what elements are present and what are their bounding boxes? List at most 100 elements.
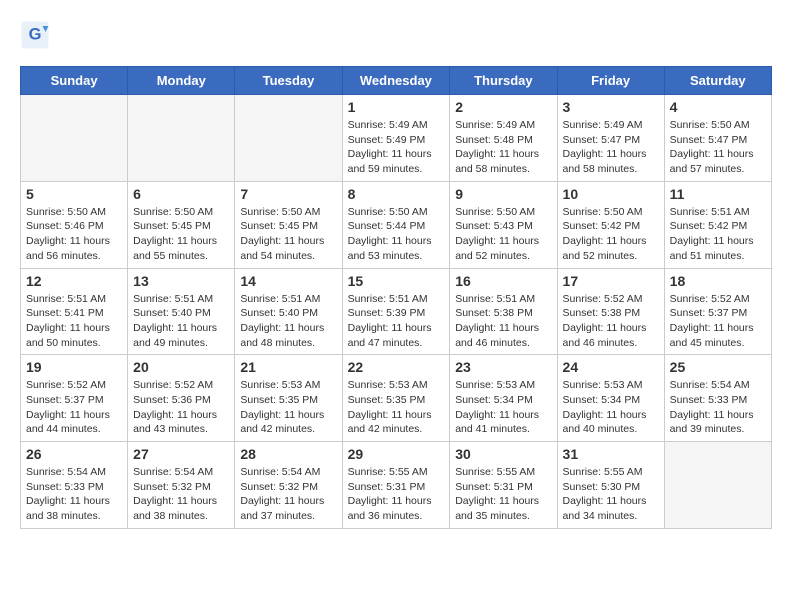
day-info: Sunrise: 5:51 AM Sunset: 5:40 PM Dayligh…	[133, 292, 229, 351]
day-info: Sunrise: 5:54 AM Sunset: 5:32 PM Dayligh…	[133, 465, 229, 524]
day-info: Sunrise: 5:50 AM Sunset: 5:42 PM Dayligh…	[563, 205, 659, 264]
weekday-header: Thursday	[450, 67, 557, 95]
day-info: Sunrise: 5:54 AM Sunset: 5:33 PM Dayligh…	[26, 465, 122, 524]
day-number: 1	[348, 99, 445, 115]
day-info: Sunrise: 5:53 AM Sunset: 5:35 PM Dayligh…	[240, 378, 336, 437]
calendar-cell: 8 Sunrise: 5:50 AM Sunset: 5:44 PM Daylig…	[342, 181, 450, 268]
day-number: 17	[563, 273, 659, 289]
day-info: Sunrise: 5:51 AM Sunset: 5:38 PM Dayligh…	[455, 292, 551, 351]
day-number: 16	[455, 273, 551, 289]
day-info: Sunrise: 5:51 AM Sunset: 5:41 PM Dayligh…	[26, 292, 122, 351]
calendar-cell: 9 Sunrise: 5:50 AM Sunset: 5:43 PM Daylig…	[450, 181, 557, 268]
day-number: 13	[133, 273, 229, 289]
calendar-cell: 14 Sunrise: 5:51 AM Sunset: 5:40 PM Dayli…	[235, 268, 342, 355]
calendar-cell: 20 Sunrise: 5:52 AM Sunset: 5:36 PM Dayli…	[128, 355, 235, 442]
calendar-cell: 11 Sunrise: 5:51 AM Sunset: 5:42 PM Dayli…	[664, 181, 771, 268]
calendar-cell: 2 Sunrise: 5:49 AM Sunset: 5:48 PM Daylig…	[450, 95, 557, 182]
day-info: Sunrise: 5:50 AM Sunset: 5:43 PM Dayligh…	[455, 205, 551, 264]
calendar-cell: 30 Sunrise: 5:55 AM Sunset: 5:31 PM Dayli…	[450, 442, 557, 529]
calendar-cell	[664, 442, 771, 529]
calendar-week-row: 12 Sunrise: 5:51 AM Sunset: 5:41 PM Dayli…	[21, 268, 772, 355]
day-info: Sunrise: 5:51 AM Sunset: 5:40 PM Dayligh…	[240, 292, 336, 351]
calendar-cell: 10 Sunrise: 5:50 AM Sunset: 5:42 PM Dayli…	[557, 181, 664, 268]
day-number: 3	[563, 99, 659, 115]
calendar-cell: 24 Sunrise: 5:53 AM Sunset: 5:34 PM Dayli…	[557, 355, 664, 442]
weekday-header: Wednesday	[342, 67, 450, 95]
calendar-cell: 27 Sunrise: 5:54 AM Sunset: 5:32 PM Dayli…	[128, 442, 235, 529]
day-info: Sunrise: 5:55 AM Sunset: 5:31 PM Dayligh…	[348, 465, 445, 524]
day-info: Sunrise: 5:52 AM Sunset: 5:37 PM Dayligh…	[670, 292, 766, 351]
calendar-cell: 21 Sunrise: 5:53 AM Sunset: 5:35 PM Dayli…	[235, 355, 342, 442]
calendar-cell: 17 Sunrise: 5:52 AM Sunset: 5:38 PM Dayli…	[557, 268, 664, 355]
calendar-cell: 12 Sunrise: 5:51 AM Sunset: 5:41 PM Dayli…	[21, 268, 128, 355]
day-info: Sunrise: 5:54 AM Sunset: 5:33 PM Dayligh…	[670, 378, 766, 437]
day-number: 27	[133, 446, 229, 462]
day-info: Sunrise: 5:49 AM Sunset: 5:49 PM Dayligh…	[348, 118, 445, 177]
weekday-header: Sunday	[21, 67, 128, 95]
day-number: 30	[455, 446, 551, 462]
day-info: Sunrise: 5:52 AM Sunset: 5:38 PM Dayligh…	[563, 292, 659, 351]
day-number: 25	[670, 359, 766, 375]
day-number: 18	[670, 273, 766, 289]
logo: G	[20, 20, 54, 50]
day-info: Sunrise: 5:55 AM Sunset: 5:31 PM Dayligh…	[455, 465, 551, 524]
day-info: Sunrise: 5:51 AM Sunset: 5:39 PM Dayligh…	[348, 292, 445, 351]
day-number: 19	[26, 359, 122, 375]
calendar-cell: 3Sunrise: 5:49 AM Sunset: 5:47 PM Daylig…	[557, 95, 664, 182]
day-number: 15	[348, 273, 445, 289]
day-number: 2	[455, 99, 551, 115]
calendar-week-row: 19Sunrise: 5:52 AM Sunset: 5:37 PM Dayli…	[21, 355, 772, 442]
day-number: 11	[670, 186, 766, 202]
calendar-header-row: SundayMondayTuesdayWednesdayThursdayFrid…	[21, 67, 772, 95]
day-number: 9	[455, 186, 551, 202]
calendar-week-row: 26 Sunrise: 5:54 AM Sunset: 5:33 PM Dayli…	[21, 442, 772, 529]
day-number: 31	[563, 446, 659, 462]
calendar-cell: 22 Sunrise: 5:53 AM Sunset: 5:35 PM Dayli…	[342, 355, 450, 442]
calendar-cell: 1 Sunrise: 5:49 AM Sunset: 5:49 PM Daylig…	[342, 95, 450, 182]
calendar-table: SundayMondayTuesdayWednesdayThursdayFrid…	[20, 66, 772, 529]
day-info: Sunrise: 5:50 AM Sunset: 5:45 PM Dayligh…	[240, 205, 336, 264]
day-info: Sunrise: 5:50 AM Sunset: 5:45 PM Dayligh…	[133, 205, 229, 264]
day-number: 6	[133, 186, 229, 202]
day-info: Sunrise: 5:53 AM Sunset: 5:35 PM Dayligh…	[348, 378, 445, 437]
calendar-cell: 16 Sunrise: 5:51 AM Sunset: 5:38 PM Dayli…	[450, 268, 557, 355]
calendar-cell: 23Sunrise: 5:53 AM Sunset: 5:34 PM Dayli…	[450, 355, 557, 442]
weekday-header: Tuesday	[235, 67, 342, 95]
weekday-header: Friday	[557, 67, 664, 95]
calendar-cell: 25 Sunrise: 5:54 AM Sunset: 5:33 PM Dayli…	[664, 355, 771, 442]
day-number: 26	[26, 446, 122, 462]
calendar-cell: 18 Sunrise: 5:52 AM Sunset: 5:37 PM Dayli…	[664, 268, 771, 355]
calendar-cell: 15 Sunrise: 5:51 AM Sunset: 5:39 PM Dayli…	[342, 268, 450, 355]
day-info: Sunrise: 5:49 AM Sunset: 5:48 PM Dayligh…	[455, 118, 551, 177]
weekday-header: Monday	[128, 67, 235, 95]
calendar-cell: 28Sunrise: 5:54 AM Sunset: 5:32 PM Dayli…	[235, 442, 342, 529]
calendar-cell: 26 Sunrise: 5:54 AM Sunset: 5:33 PM Dayli…	[21, 442, 128, 529]
day-number: 22	[348, 359, 445, 375]
calendar-cell	[235, 95, 342, 182]
day-number: 20	[133, 359, 229, 375]
day-number: 5	[26, 186, 122, 202]
calendar-cell: 31Sunrise: 5:55 AM Sunset: 5:30 PM Dayli…	[557, 442, 664, 529]
day-number: 14	[240, 273, 336, 289]
day-number: 12	[26, 273, 122, 289]
day-info: Sunrise: 5:54 AM Sunset: 5:32 PM Dayligh…	[240, 465, 336, 524]
day-number: 4	[670, 99, 766, 115]
day-number: 23	[455, 359, 551, 375]
calendar-cell	[21, 95, 128, 182]
calendar-cell: 29Sunrise: 5:55 AM Sunset: 5:31 PM Dayli…	[342, 442, 450, 529]
page-header: G	[20, 20, 772, 50]
day-info: Sunrise: 5:51 AM Sunset: 5:42 PM Dayligh…	[670, 205, 766, 264]
calendar-week-row: 5Sunrise: 5:50 AM Sunset: 5:46 PM Daylig…	[21, 181, 772, 268]
calendar-week-row: 1 Sunrise: 5:49 AM Sunset: 5:49 PM Daylig…	[21, 95, 772, 182]
calendar-cell: 5Sunrise: 5:50 AM Sunset: 5:46 PM Daylig…	[21, 181, 128, 268]
day-info: Sunrise: 5:52 AM Sunset: 5:36 PM Dayligh…	[133, 378, 229, 437]
day-info: Sunrise: 5:53 AM Sunset: 5:34 PM Dayligh…	[563, 378, 659, 437]
day-info: Sunrise: 5:50 AM Sunset: 5:47 PM Dayligh…	[670, 118, 766, 177]
calendar-cell: 13 Sunrise: 5:51 AM Sunset: 5:40 PM Dayli…	[128, 268, 235, 355]
day-number: 24	[563, 359, 659, 375]
day-number: 8	[348, 186, 445, 202]
day-number: 10	[563, 186, 659, 202]
day-number: 21	[240, 359, 336, 375]
day-info: Sunrise: 5:50 AM Sunset: 5:44 PM Dayligh…	[348, 205, 445, 264]
logo-icon: G	[20, 20, 50, 50]
